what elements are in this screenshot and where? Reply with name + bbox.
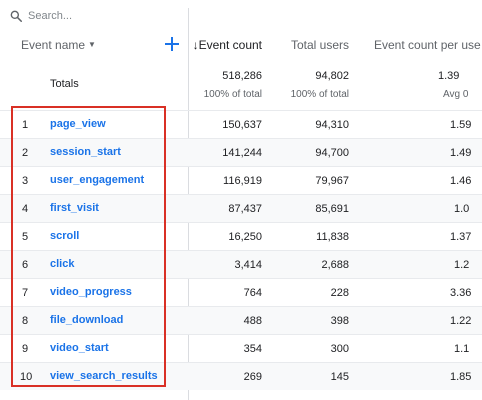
per-user-cell: 1.22 xyxy=(450,315,472,327)
total-users-cell: 94,700 xyxy=(315,147,349,159)
table-row: 1 page_view 150,637 94,310 1.59 xyxy=(0,110,482,138)
event-count-cell: 764 xyxy=(243,287,262,299)
search-icon xyxy=(10,10,23,23)
event-count-cell: 141,244 xyxy=(222,147,262,159)
row-index: 6 xyxy=(22,259,29,271)
totals-event-count: 518,286 xyxy=(222,70,262,82)
event-count-header[interactable]: ↓Event count xyxy=(193,38,262,52)
per-user-cell: 1.2 xyxy=(454,259,470,271)
totals-total-users-percent: 100% of total xyxy=(290,89,349,100)
event-count-cell: 116,919 xyxy=(223,175,262,187)
total-users-header[interactable]: Total users xyxy=(291,38,349,52)
event-count-cell: 150,637 xyxy=(222,119,262,131)
event-name-link[interactable]: page_view xyxy=(50,118,106,130)
row-index: 8 xyxy=(22,315,29,327)
event-name-link[interactable]: click xyxy=(50,258,74,270)
row-index: 1 xyxy=(22,119,29,131)
total-users-cell: 2,688 xyxy=(321,259,349,271)
table-row: 3 user_engagement 116,919 79,967 1.46 xyxy=(0,166,482,194)
event-count-cell: 269 xyxy=(243,371,262,383)
row-index: 9 xyxy=(22,343,29,355)
event-count-header-label: Event count xyxy=(198,38,262,52)
table-row: 7 video_progress 764 228 3.36 xyxy=(0,278,482,306)
event-name-link[interactable]: file_download xyxy=(50,314,123,326)
per-user-cell: 3.36 xyxy=(450,287,472,299)
totals-per-user: 1.39 xyxy=(438,70,460,82)
event-count-per-user-header[interactable]: Event count per use xyxy=(374,38,481,52)
event-name-link[interactable]: first_visit xyxy=(50,202,99,214)
event-count-cell: 354 xyxy=(243,343,262,355)
event-name-link[interactable]: video_progress xyxy=(50,286,132,298)
per-user-cell: 1.46 xyxy=(450,175,472,187)
row-index: 7 xyxy=(22,287,29,299)
table-row: 2 session_start 141,244 94,700 1.49 xyxy=(0,138,482,166)
total-users-cell: 94,310 xyxy=(315,119,349,131)
event-count-cell: 87,437 xyxy=(228,203,262,215)
table-row: 10 view_search_results 269 145 1.85 xyxy=(0,362,482,390)
per-user-cell: 1.85 xyxy=(450,371,472,383)
table-row: 4 first_visit 87,437 85,691 1.0 xyxy=(0,194,482,222)
table-row: 9 video_start 354 300 1.1 xyxy=(0,334,482,362)
total-users-cell: 300 xyxy=(330,343,349,355)
event-name-link[interactable]: view_search_results xyxy=(50,370,158,382)
event-count-cell: 488 xyxy=(243,315,262,327)
total-users-cell: 398 xyxy=(330,315,349,327)
table-header: Event name ▼ ↓Event count Total users Eve… xyxy=(0,32,482,58)
row-index: 5 xyxy=(22,231,29,243)
row-index: 4 xyxy=(22,203,29,215)
row-index: 2 xyxy=(22,147,29,159)
event-name-link[interactable]: user_engagement xyxy=(50,174,144,186)
event-name-link[interactable]: session_start xyxy=(50,146,121,158)
totals-label: Totals xyxy=(50,78,79,90)
per-user-cell: 1.0 xyxy=(454,203,470,215)
event-name-link[interactable]: video_start xyxy=(50,342,109,354)
per-user-cell: 1.37 xyxy=(450,231,472,243)
total-users-cell: 79,967 xyxy=(315,175,349,187)
table-row: 8 file_download 488 398 1.22 xyxy=(0,306,482,334)
event-name-link[interactable]: scroll xyxy=(50,230,79,242)
event-name-header-label: Event name xyxy=(21,38,86,52)
event-count-cell: 16,250 xyxy=(228,231,262,243)
row-index: 3 xyxy=(22,175,29,187)
per-user-cell: 1.49 xyxy=(450,147,472,159)
total-users-cell: 85,691 xyxy=(315,203,349,215)
total-users-cell: 11,838 xyxy=(316,231,349,243)
totals-row: Totals 518,286 100% of total 94,802 100%… xyxy=(0,58,482,110)
per-user-cell: 1.1 xyxy=(454,343,470,355)
per-user-cell: 1.59 xyxy=(450,119,472,131)
search-bar[interactable] xyxy=(0,0,188,32)
row-index: 10 xyxy=(20,371,33,383)
caret-down-icon: ▼ xyxy=(88,40,96,49)
total-users-cell: 228 xyxy=(330,287,349,299)
totals-event-count-percent: 100% of total xyxy=(203,89,262,100)
search-input[interactable] xyxy=(28,7,178,25)
table-row: 6 click 3,414 2,688 1.2 xyxy=(0,250,482,278)
event-count-cell: 3,414 xyxy=(234,259,262,271)
total-users-cell: 145 xyxy=(330,371,349,383)
totals-total-users: 94,802 xyxy=(315,70,349,82)
event-name-header[interactable]: Event name ▼ xyxy=(21,38,96,52)
totals-per-user-avg: Avg 0 xyxy=(443,89,469,100)
table-row: 5 scroll 16,250 11,838 1.37 xyxy=(0,222,482,250)
add-dimension-button[interactable] xyxy=(163,35,181,53)
